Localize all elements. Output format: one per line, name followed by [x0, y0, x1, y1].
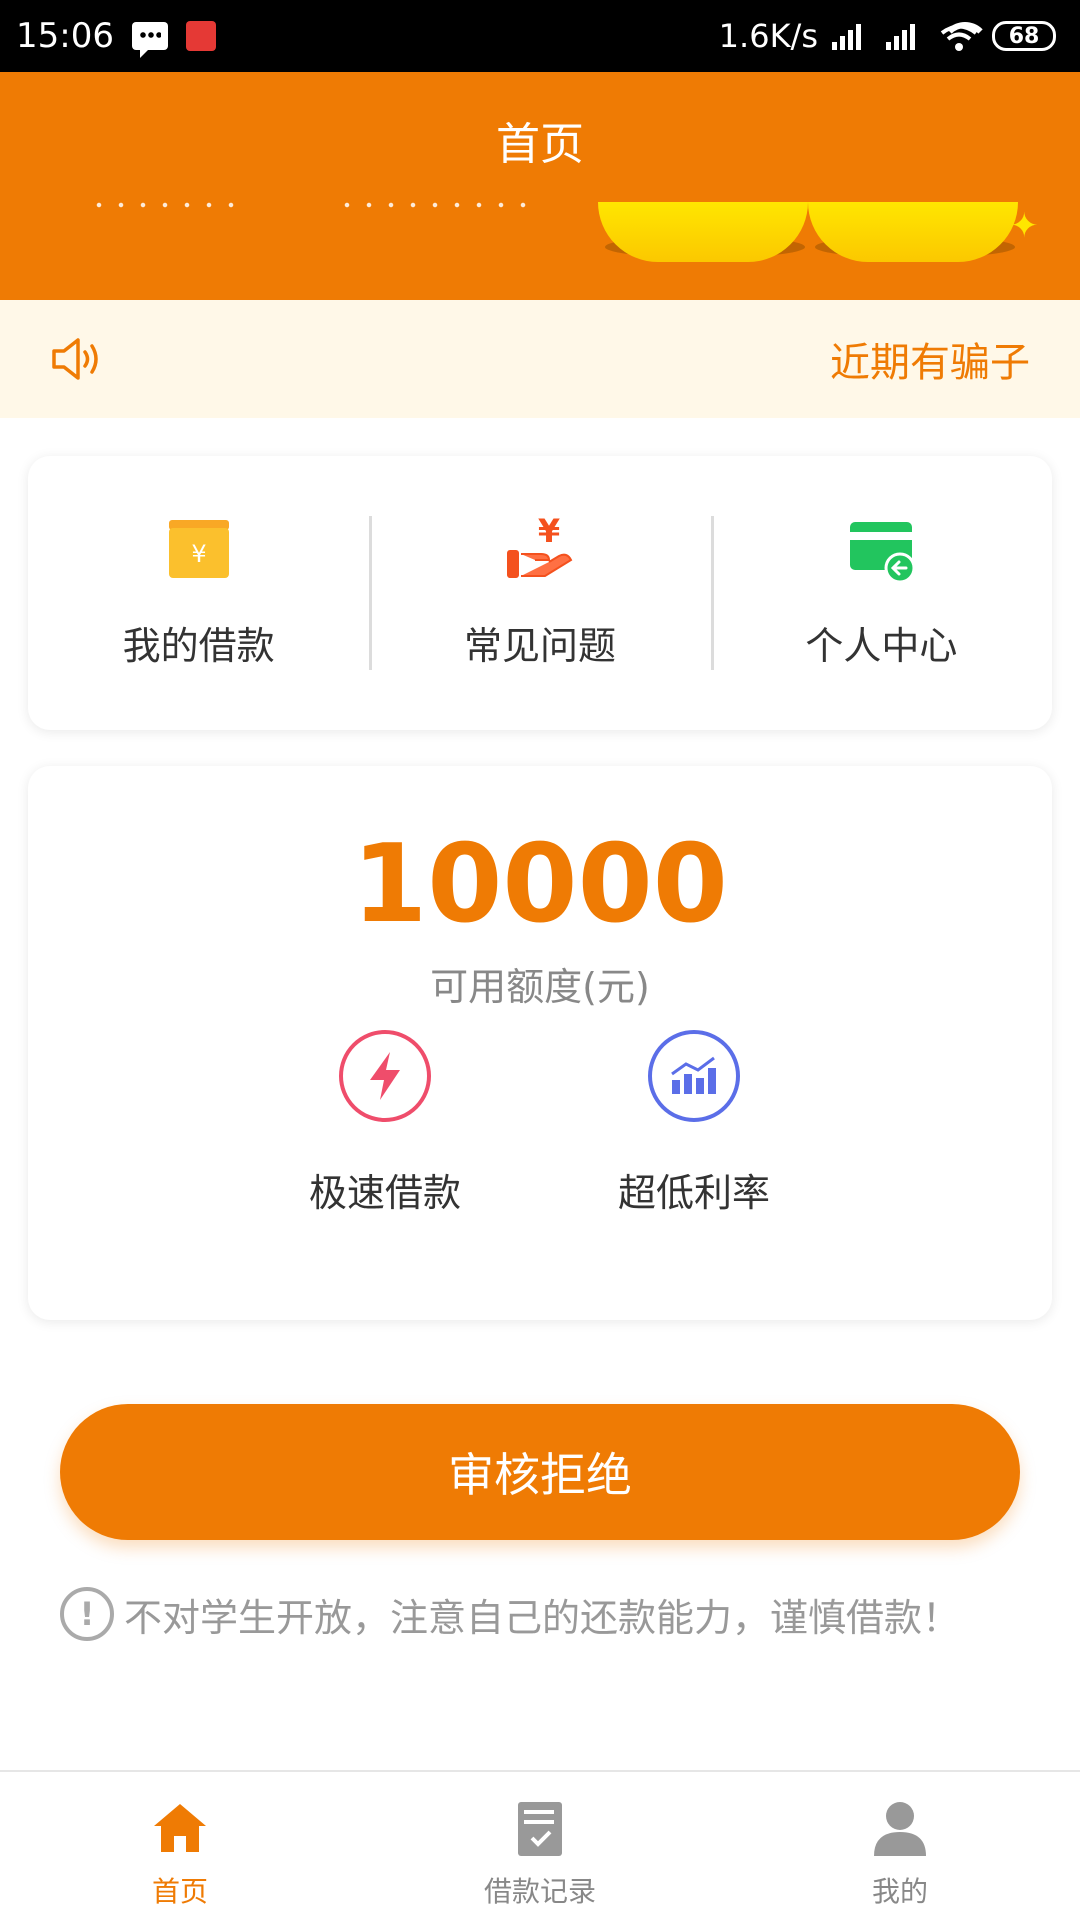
speaker-icon	[52, 338, 98, 380]
person-icon	[874, 1802, 926, 1856]
tab-mine[interactable]: 我的	[720, 1772, 1080, 1920]
menu-item-faq[interactable]: ¥ 常见问题	[369, 516, 710, 670]
sparkle-icon: ✦	[1010, 206, 1039, 246]
menu-label: 常见问题	[463, 624, 616, 668]
tab-label: 首页	[151, 1875, 208, 1908]
tab-label: 我的	[871, 1875, 928, 1908]
notice-text: 近期有骗子	[830, 340, 1030, 386]
wallet-yen-icon: ¥	[168, 520, 229, 578]
shortcut-menu-card: ¥ 我的借款 ¥ 常见问题 个人中心	[28, 456, 1052, 730]
warning-text: 不对学生开放，注意自己的还款能力，谨慎借款！	[124, 1595, 961, 1640]
card-return-icon	[850, 522, 916, 584]
notice-bar[interactable]: 近期有骗子	[0, 300, 1080, 418]
decorative-dots	[88, 202, 238, 208]
bottom-tab-bar: 首页 借款记录 我的	[0, 1770, 1080, 1920]
review-status-button[interactable]: 审核拒绝	[60, 1404, 1020, 1540]
tab-home[interactable]: 首页	[0, 1772, 360, 1920]
header: 首页 ✦	[0, 72, 1080, 300]
exclamation-icon: !	[60, 1587, 114, 1641]
hand-yen-icon: ¥	[506, 516, 573, 578]
signal-icon	[832, 22, 872, 50]
network-speed: 1.6K/s	[718, 17, 818, 55]
menu-item-my-loans[interactable]: ¥ 我的借款	[28, 516, 369, 670]
menu-label: 个人中心	[805, 624, 958, 668]
svg-text:¥: ¥	[191, 540, 206, 568]
wifi-icon	[940, 22, 990, 51]
credit-card: 10000 可用额度(元) 极速借款 超低利率	[28, 766, 1052, 1320]
decorative-dots	[336, 202, 526, 208]
message-notification-icon	[131, 22, 168, 58]
feature-fast-loan: 极速借款	[275, 1030, 495, 1217]
svg-text:¥: ¥	[538, 516, 560, 550]
page-title: 首页	[496, 119, 584, 170]
feature-label: 超低利率	[617, 1171, 770, 1215]
home-icon	[154, 1804, 206, 1852]
status-bar-left: 15:06	[16, 16, 216, 58]
menu-label: 我的借款	[122, 624, 275, 668]
document-check-icon	[518, 1802, 562, 1856]
available-credit-amount: 10000	[352, 822, 728, 947]
gold-coin-icon	[808, 202, 1018, 262]
menu-item-personal-center[interactable]: 个人中心	[710, 516, 1052, 670]
status-bar: 15:06 1.6K/s 68	[0, 0, 1080, 72]
gold-coin-icon	[598, 202, 808, 262]
feature-label: 极速借款	[308, 1171, 461, 1215]
chart-up-icon	[648, 1030, 740, 1122]
lightning-icon	[339, 1030, 431, 1122]
warning-message: ! 不对学生开放，注意自己的还款能力，谨慎借款！	[60, 1586, 1050, 1642]
feature-low-rate: 超低利率	[584, 1030, 804, 1217]
app-notification-icon	[185, 21, 216, 51]
tab-loan-records[interactable]: 借款记录	[360, 1772, 720, 1920]
signal-icon-2	[886, 22, 926, 50]
status-time: 15:06	[16, 16, 114, 56]
status-bar-right: 1.6K/s 68	[719, 17, 1056, 55]
tab-label: 借款记录	[483, 1875, 596, 1908]
available-credit-label: 可用额度(元)	[430, 965, 650, 1009]
battery-icon: 68	[992, 21, 1056, 51]
